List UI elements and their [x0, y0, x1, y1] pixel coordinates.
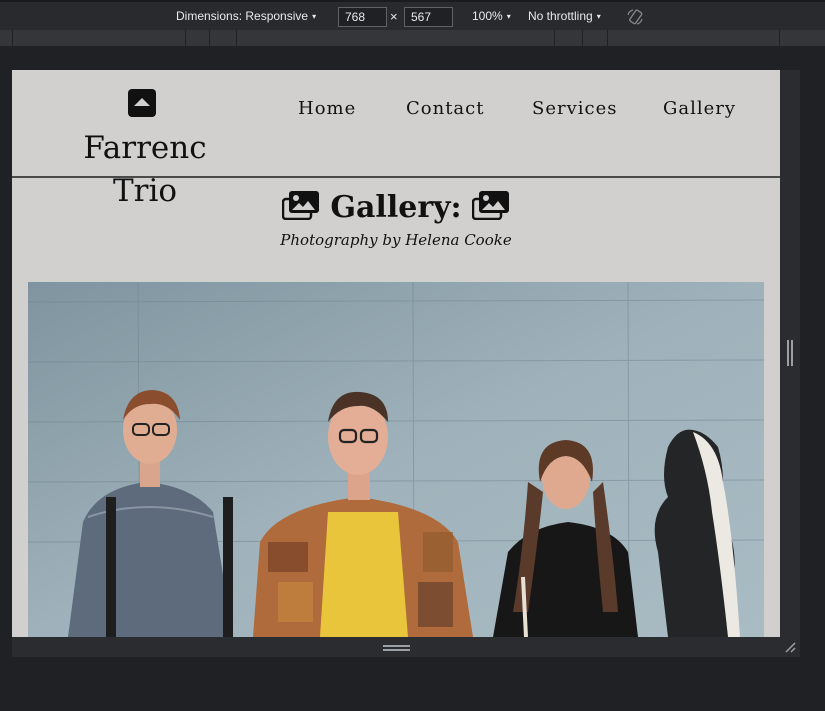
chevron-down-icon: ▾ [596, 11, 601, 21]
dimensions-label: Dimensions: Responsive [176, 9, 309, 23]
chevron-down-icon: ▾ [312, 11, 317, 21]
resize-handle-right[interactable] [787, 340, 793, 366]
resize-handle-bottom[interactable] [383, 645, 410, 651]
nav-gallery[interactable]: Gallery [663, 98, 736, 119]
throttling-dropdown[interactable]: No throttling ▾ [528, 9, 601, 23]
chevron-down-icon: ▾ [506, 11, 511, 21]
logo-line1: Farrenc [83, 130, 207, 166]
zoom-label: 100% [472, 9, 503, 23]
trio-photo[interactable] [28, 282, 764, 637]
site-header: Farrenc Trio Home Contact Services Galle… [12, 70, 780, 209]
width-input[interactable] [338, 7, 387, 27]
dimensions-dropdown[interactable]: Dimensions: Responsive ▾ [176, 9, 316, 23]
resize-corner-icon[interactable] [784, 641, 796, 653]
rotate-icon[interactable] [626, 8, 644, 26]
media-query-bar[interactable] [0, 30, 825, 47]
images-icon [472, 191, 510, 220]
emulated-viewport: Farrenc Trio Home Contact Services Galle… [12, 70, 780, 637]
nav-home[interactable]: Home [298, 98, 356, 119]
throttling-label: No throttling [528, 9, 593, 23]
gallery-subtitle: Photography by Helena Cooke [280, 231, 512, 249]
caret-square-up-icon [128, 88, 156, 117]
times-separator: × [390, 9, 398, 24]
images-icon [281, 191, 319, 220]
zoom-dropdown[interactable]: 100% ▾ [472, 9, 511, 23]
nav-services[interactable]: Services [532, 98, 617, 119]
gallery-title-text: Gallery: [330, 190, 462, 225]
height-input[interactable] [404, 7, 453, 27]
nav-contact[interactable]: Contact [406, 98, 484, 119]
devtools-toolbar: Dimensions: Responsive ▾ × 100% ▾ No thr… [0, 0, 825, 30]
gallery-title: Gallery: [12, 190, 780, 225]
